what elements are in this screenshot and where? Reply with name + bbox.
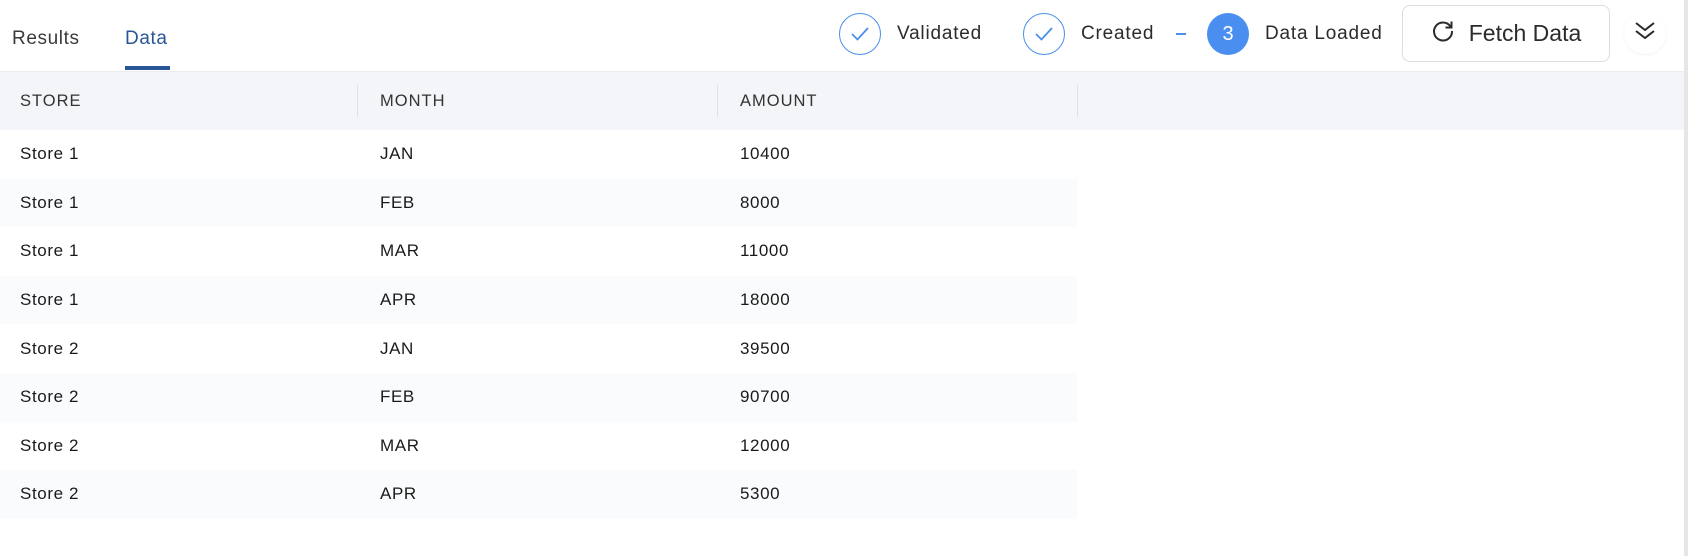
step-label: Data Loaded — [1265, 23, 1383, 44]
cell-amount: 12000 — [740, 435, 791, 455]
table-row: Store 2 APR 5300 — [0, 470, 1077, 519]
refresh-icon — [1431, 19, 1455, 48]
cell-month: APR — [380, 484, 417, 504]
column-resize-handle[interactable] — [717, 85, 718, 117]
step-created: Created — [1023, 12, 1154, 56]
table-header: STORE MONTH AMOUNT — [0, 72, 1684, 130]
column-resize-handle[interactable] — [357, 85, 358, 117]
table-row: Store 1 MAR 11000 — [0, 227, 1077, 276]
cell-store: Store 2 — [20, 435, 80, 455]
cell-store: Store 1 — [20, 241, 80, 261]
cell-store: Store 1 — [20, 290, 80, 310]
cell-amount: 5300 — [740, 484, 781, 504]
step-validated: Validated — [839, 12, 982, 56]
top-bar: Results Data Validated Created 3 Data Lo… — [0, 0, 1684, 72]
expand-button[interactable] — [1624, 12, 1666, 54]
column-resize-handle[interactable] — [1077, 85, 1078, 117]
cell-month: JAN — [380, 144, 414, 164]
step-number-badge: 3 — [1207, 13, 1249, 55]
table-row: Store 1 JAN 10400 — [0, 130, 1077, 179]
cell-amount: 90700 — [740, 387, 791, 407]
step-label: Validated — [897, 23, 983, 44]
step-data-loaded: 3 Data Loaded — [1207, 12, 1383, 56]
step-label: Created — [1081, 23, 1155, 44]
tab-data[interactable]: Data — [125, 28, 168, 50]
cell-month: MAR — [380, 435, 420, 455]
fetch-data-label: Fetch Data — [1468, 20, 1582, 46]
column-header-store[interactable]: STORE — [20, 72, 82, 130]
cell-month: JAN — [380, 338, 414, 358]
data-table: STORE MONTH AMOUNT Store 1 JAN 10400 Sto… — [0, 72, 1684, 519]
double-chevron-down-icon — [1634, 21, 1656, 46]
table-row: Store 1 APR 18000 — [0, 275, 1077, 325]
cell-month: APR — [380, 290, 417, 310]
cell-month: MAR — [380, 241, 420, 261]
table-row: Store 2 MAR 12000 — [0, 422, 1077, 471]
active-tab-indicator — [125, 66, 170, 70]
cell-amount: 10400 — [740, 144, 791, 164]
cell-amount: 39500 — [740, 338, 791, 358]
tab-results[interactable]: Results — [12, 28, 80, 50]
cell-store: Store 2 — [20, 338, 80, 358]
cell-store: Store 2 — [20, 484, 80, 504]
vertical-scrollbar[interactable] — [1684, 0, 1688, 556]
column-header-amount[interactable]: AMOUNT — [740, 72, 818, 130]
cell-month: FEB — [380, 192, 415, 212]
table-row: Store 1 FEB 8000 — [0, 178, 1077, 228]
table-row: Store 2 FEB 90700 — [0, 372, 1077, 422]
cell-amount: 8000 — [740, 192, 781, 212]
cell-amount: 18000 — [740, 290, 791, 310]
cell-amount: 11000 — [740, 241, 790, 261]
table-body: Store 1 JAN 10400 Store 1 FEB 8000 Store… — [0, 130, 1684, 519]
cell-store: Store 1 — [20, 192, 80, 212]
table-row: Store 2 JAN 39500 — [0, 324, 1077, 373]
check-icon — [1023, 13, 1065, 55]
cell-store: Store 2 — [20, 387, 80, 407]
fetch-data-button[interactable]: Fetch Data — [1402, 5, 1610, 62]
cell-store: Store 1 — [20, 144, 80, 164]
column-header-month[interactable]: MONTH — [380, 72, 446, 130]
cell-month: FEB — [380, 387, 415, 407]
check-icon — [839, 13, 881, 55]
step-separator — [1176, 33, 1186, 35]
